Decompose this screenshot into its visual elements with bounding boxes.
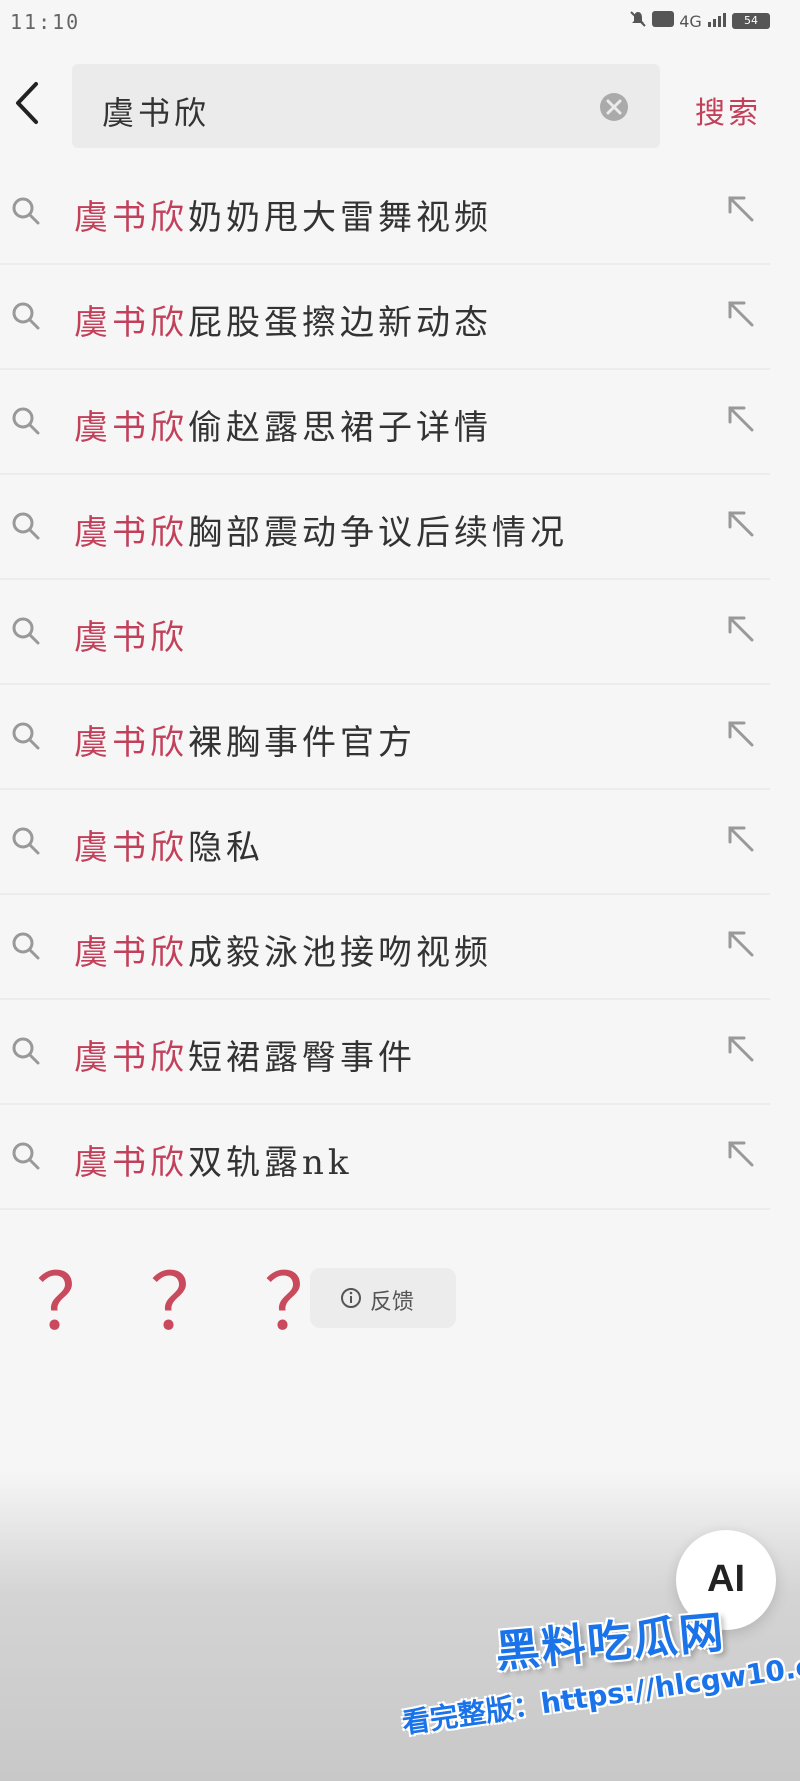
suggestion-text: 虞书欣短裙露臀事件 (74, 1030, 416, 1079)
hd-icon (652, 11, 675, 31)
search-icon (12, 827, 40, 855)
suggestion-rest: 屁股蛋擦边新动态 (188, 303, 492, 343)
back-arrow-icon (16, 82, 38, 124)
fill-query-icon[interactable] (722, 1135, 758, 1171)
fill-query-icon[interactable] (722, 610, 758, 646)
suggestion-item[interactable]: 虞书欣奶奶甩大雷舞视频 (0, 160, 770, 265)
search-icon (12, 302, 40, 330)
suggestion-keyword: 虞书欣 (74, 303, 188, 343)
signal-icon (707, 11, 727, 31)
status-time: 11:10 (10, 10, 81, 34)
suggestion-text: 虞书欣偷赵露思裙子详情 (74, 400, 492, 449)
suggestion-text: 虞书欣胸部震动争议后续情况 (74, 505, 568, 554)
suggestion-item[interactable]: 虞书欣屁股蛋擦边新动态 (0, 265, 770, 370)
fill-query-icon[interactable] (722, 295, 758, 331)
search-input[interactable]: 虞书欣 (72, 64, 660, 148)
fill-query-icon[interactable] (722, 190, 758, 226)
suggestion-item[interactable]: 虞书欣短裙露臀事件 (0, 1000, 770, 1105)
fill-query-icon[interactable] (722, 715, 758, 751)
search-icon (12, 617, 40, 645)
search-icon (12, 722, 40, 750)
search-header: 虞书欣 搜索 (0, 60, 800, 152)
suggestion-item[interactable]: 虞书欣胸部震动争议后续情况 (0, 475, 770, 580)
suggestion-keyword: 虞书欣 (74, 933, 188, 973)
fill-query-icon[interactable] (722, 505, 758, 541)
suggestion-keyword: 虞书欣 (74, 408, 188, 448)
status-icons: 4G 54 (629, 10, 770, 32)
search-icon (12, 197, 40, 225)
clear-icon (600, 93, 628, 121)
fill-query-icon[interactable] (722, 1030, 758, 1066)
search-icon (12, 407, 40, 435)
suggestion-keyword: 虞书欣 (74, 198, 188, 238)
suggestion-rest: 成毅泳池接吻视频 (188, 933, 492, 973)
status-bar: 11:10 4G 54 (0, 0, 800, 46)
suggestion-rest: 隐私 (188, 828, 264, 868)
network-label: 4G (679, 11, 702, 31)
suggestion-rest: 奶奶甩大雷舞视频 (188, 198, 492, 238)
ai-label: AI (707, 1558, 745, 1600)
suggestion-keyword: 虞书欣 (74, 1143, 188, 1183)
suggestion-text: 虞书欣隐私 (74, 820, 264, 869)
suggestion-item[interactable]: 虞书欣成毅泳池接吻视频 (0, 895, 770, 1000)
suggestion-text: 虞书欣奶奶甩大雷舞视频 (74, 190, 492, 239)
suggestion-text: 虞书欣 (74, 610, 188, 659)
suggestion-text: 虞书欣裸胸事件官方 (74, 715, 416, 764)
search-icon (12, 932, 40, 960)
suggestion-keyword: 虞书欣 (74, 618, 188, 658)
suggestion-rest: 胸部震动争议后续情况 (188, 513, 568, 553)
fill-query-icon[interactable] (722, 925, 758, 961)
search-button[interactable]: 搜索 (695, 88, 761, 132)
mute-icon (629, 10, 647, 32)
search-icon (12, 1142, 40, 1170)
suggestion-item[interactable]: 虞书欣隐私 (0, 790, 770, 895)
suggestion-rest: 裸胸事件官方 (188, 723, 416, 763)
feedback-button[interactable]: 反馈 (310, 1268, 456, 1328)
battery-indicator: 54 (732, 13, 770, 29)
suggestion-item[interactable]: 虞书欣裸胸事件官方 (0, 685, 770, 790)
suggestion-keyword: 虞书欣 (74, 828, 188, 868)
suggestion-text: 虞书欣屁股蛋擦边新动态 (74, 295, 492, 344)
back-button[interactable] (8, 78, 48, 128)
suggestion-keyword: 虞书欣 (74, 513, 188, 553)
suggestion-rest: 双轨露nk (188, 1143, 353, 1183)
info-icon (341, 1288, 361, 1308)
clear-button[interactable] (598, 91, 630, 123)
suggestion-list: 虞书欣奶奶甩大雷舞视频 虞书欣屁股蛋擦边新动态 虞书欣偷赵露思裙子详情 虞书欣胸… (0, 160, 800, 1210)
suggestion-text: 虞书欣成毅泳池接吻视频 (74, 925, 492, 974)
fill-query-icon[interactable] (722, 820, 758, 856)
suggestion-keyword: 虞书欣 (74, 723, 188, 763)
suggestion-rest: 短裙露臀事件 (188, 1038, 416, 1078)
feedback-label: 反馈 (370, 1290, 415, 1315)
search-icon (12, 1037, 40, 1065)
fill-query-icon[interactable] (722, 400, 758, 436)
suggestion-rest: 偷赵露思裙子详情 (188, 408, 492, 448)
search-query: 虞书欣 (102, 94, 211, 132)
suggestion-item[interactable]: 虞书欣 (0, 580, 770, 685)
suggestion-keyword: 虞书欣 (74, 1038, 188, 1078)
suggestion-item[interactable]: 虞书欣双轨露nk (0, 1105, 770, 1210)
suggestion-item[interactable]: 虞书欣偷赵露思裙子详情 (0, 370, 770, 475)
search-icon (12, 512, 40, 540)
suggestion-text: 虞书欣双轨露nk (74, 1135, 353, 1184)
